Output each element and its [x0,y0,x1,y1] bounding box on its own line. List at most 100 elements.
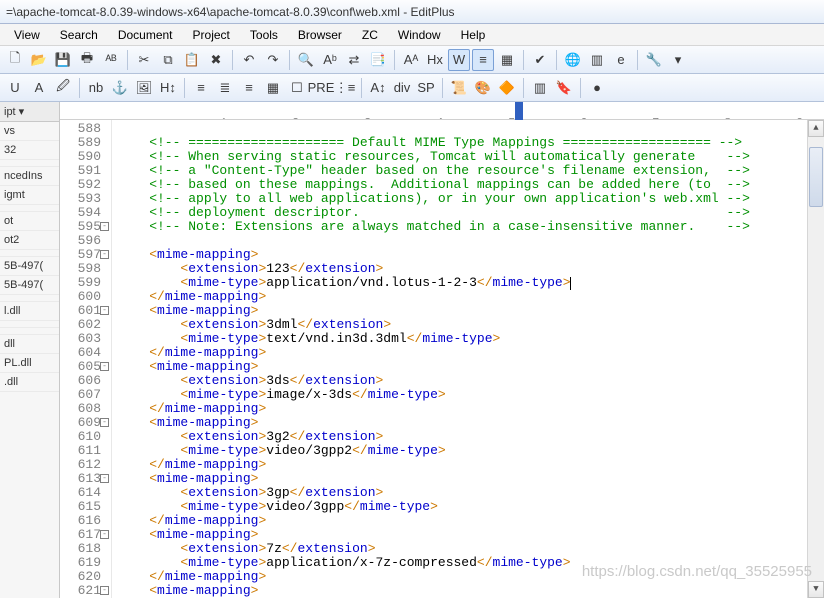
object-icon[interactable]: 🔶 [496,77,518,99]
code-line[interactable]: <!-- a "Content-Type" header based on th… [118,164,807,178]
fold-toggle-icon[interactable]: - [100,306,109,315]
directory-item[interactable]: 5B-497( [0,276,59,295]
dropdown-icon[interactable]: ▾ [667,49,689,71]
fold-toggle-icon[interactable]: - [100,474,109,483]
save-icon[interactable]: 💾 [52,49,74,71]
menu-view[interactable]: View [4,24,50,46]
ie-icon[interactable]: e [610,49,632,71]
span-icon[interactable]: SP [415,77,437,99]
new-file-icon[interactable]: 🗋 [4,49,26,71]
align-right-icon[interactable]: ≡ [238,77,260,99]
menu-window[interactable]: Window [388,24,451,46]
highlight-icon[interactable]: 🖉 [52,77,74,99]
code-line[interactable]: <!-- based on these mappings. Additional… [118,178,807,192]
script-icon[interactable]: 📜 [448,77,470,99]
directory-item[interactable] [0,160,59,167]
code-line[interactable]: </mime-mapping> [118,346,807,360]
word-wrap-icon[interactable]: W [448,49,470,71]
anchor-icon[interactable]: ⚓ [109,77,131,99]
code-line[interactable]: <mime-mapping> [118,416,807,430]
scroll-down-icon[interactable]: ▼ [808,581,824,598]
code-line[interactable]: <mime-mapping> [118,472,807,486]
pre-icon[interactable]: PRE [310,77,332,99]
code-line[interactable]: <!-- deployment descriptor. --> [118,206,807,220]
vertical-scrollbar[interactable]: ▲ ▼ [807,120,824,598]
align-center-icon[interactable]: ≣ [214,77,236,99]
underline-icon[interactable]: U [4,77,26,99]
scroll-up-icon[interactable]: ▲ [808,120,824,137]
directory-item[interactable]: 5B-497( [0,257,59,276]
code-line[interactable]: <mime-mapping> [118,360,807,374]
line-number-icon[interactable]: ≡ [472,49,494,71]
fold-toggle-icon[interactable]: - [100,586,109,595]
menu-document[interactable]: Document [108,24,183,46]
menu-help[interactable]: Help [451,24,496,46]
column-select-icon[interactable]: ▥ [529,77,551,99]
code-line[interactable]: <mime-mapping> [118,584,807,598]
menu-tools[interactable]: Tools [240,24,288,46]
cut-icon[interactable]: ✂ [133,49,155,71]
code-line[interactable]: <extension>3gp</extension> [118,486,807,500]
open-icon[interactable]: 📂 [28,49,50,71]
code-line[interactable]: </mime-mapping> [118,290,807,304]
code-line[interactable]: <mime-mapping> [118,528,807,542]
code-line[interactable]: <mime-type>video/3gpp</mime-type> [118,500,807,514]
font-size-icon[interactable]: Aᴬ [400,49,422,71]
code-line[interactable]: <extension>3g2</extension> [118,430,807,444]
code-line[interactable]: <mime-type>text/vnd.in3d.3dml</mime-type… [118,332,807,346]
directory-item[interactable]: igmt [0,186,59,205]
directory-item[interactable] [0,295,59,302]
code-line[interactable]: <mime-type>application/vnd.lotus-1-2-3</… [118,276,807,290]
directory-item[interactable] [0,205,59,212]
directory-item[interactable]: l.dll [0,302,59,321]
redo-icon[interactable]: ↷ [262,49,284,71]
tools-icon[interactable]: 🔧 [643,49,665,71]
record-icon[interactable]: ● [586,77,608,99]
directory-panel[interactable]: ipt ▾ vs32ncedInsigmtotot25B-497(5B-497(… [0,102,60,598]
fold-toggle-icon[interactable]: - [100,530,109,539]
code-line[interactable]: </mime-mapping> [118,402,807,416]
code-line[interactable]: <extension>3dml</extension> [118,318,807,332]
replace-icon[interactable]: ⇄ [343,49,365,71]
image-icon[interactable]: 🖼 [133,77,155,99]
browser-icon[interactable]: 🌐 [562,49,584,71]
code-line[interactable]: <extension>123</extension> [118,262,807,276]
menu-search[interactable]: Search [50,24,108,46]
print-icon[interactable]: 🖶 [76,49,98,71]
directory-item[interactable]: ot [0,212,59,231]
css-icon[interactable]: 🎨 [472,77,494,99]
find-next-icon[interactable]: Aᵇ [319,49,341,71]
code-line[interactable]: <mime-type>image/x-3ds</mime-type> [118,388,807,402]
bookmark-icon[interactable]: 🔖 [553,77,575,99]
code-line[interactable]: <mime-mapping> [118,248,807,262]
scroll-track[interactable] [808,137,824,581]
table-icon[interactable]: ▦ [262,77,284,99]
directory-tab[interactable]: ipt ▾ [0,102,59,122]
find-in-files-icon[interactable]: 📑 [367,49,389,71]
directory-item[interactable]: .dll [0,373,59,392]
directory-item[interactable]: ncedIns [0,167,59,186]
fold-toggle-icon[interactable]: - [100,418,109,427]
fold-toggle-icon[interactable]: - [100,222,109,231]
code-line[interactable]: </mime-mapping> [118,458,807,472]
code-line[interactable]: </mime-mapping> [118,514,807,528]
copy-icon[interactable]: ⧉ [157,49,179,71]
directory-item[interactable]: dll [0,335,59,354]
list-icon[interactable]: ⋮≡ [334,77,356,99]
font-color-icon[interactable]: A [28,77,50,99]
paste-icon[interactable]: 📋 [181,49,203,71]
fold-toggle-icon[interactable]: - [100,250,109,259]
menu-project[interactable]: Project [183,24,240,46]
undo-icon[interactable]: ↶ [238,49,260,71]
code-line[interactable]: <!-- When serving static resources, Tomc… [118,150,807,164]
scroll-thumb[interactable] [809,147,823,207]
code-line[interactable] [118,234,807,248]
code-line[interactable]: <!-- ==================== Default MIME T… [118,136,807,150]
editor-area[interactable]: ----+----1----+----2----+----3----+----4… [60,102,824,598]
directory-item[interactable]: 32 [0,141,59,160]
form-icon[interactable]: ☐ [286,77,308,99]
directory-item[interactable] [0,321,59,328]
spell-check-icon[interactable]: ✔ [529,49,551,71]
directory-item[interactable]: ot2 [0,231,59,250]
menu-zc[interactable]: ZC [352,24,388,46]
